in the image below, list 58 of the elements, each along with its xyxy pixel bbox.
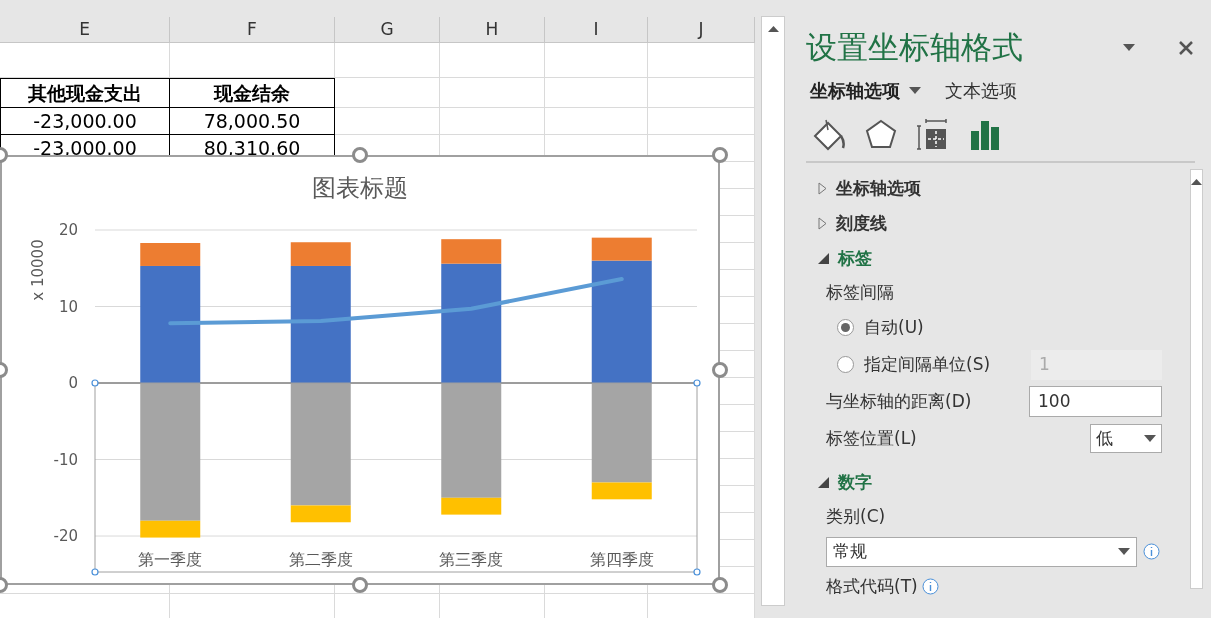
dropdown[interactable]: 常规 [826,536,1137,567]
collapsed-arrow-icon[interactable] [818,182,827,195]
table-cell: -23,000.00 [0,108,170,135]
column-header[interactable]: I [545,17,648,42]
axis-tick-label: -10 [53,450,78,469]
pane-tab[interactable]: 文本选项 [945,76,1017,104]
field-label: 与坐标轴的距离(D) [826,389,972,413]
pane-tab[interactable]: 坐标轴选项 [810,76,921,104]
axis-category-label: 第三季度 [439,550,504,569]
section-header[interactable]: 刻度线 [836,210,887,237]
field-label: 标签间隔 [826,280,894,304]
table-cell: 现金结余 [170,78,335,108]
axis-tick-label: 0 [68,374,78,392]
column-header[interactable]: H [440,17,545,42]
info-icon[interactable] [921,578,939,595]
axis-tick-label: 10 [58,297,78,316]
section-header[interactable]: 数字 [838,469,872,496]
chart-title: 图表标题 [312,174,408,202]
axis-tick-label: -20 [53,527,78,546]
caret-icon [1144,435,1156,442]
radio-option[interactable]: 自动(U) [837,314,924,341]
column-header[interactable]: E [0,17,170,42]
size-properties-icon[interactable] [916,118,950,152]
resize-handle[interactable] [712,577,728,593]
pane-title: 设置坐标轴格式 [806,28,1023,68]
axis-title: x 10000 [29,239,47,301]
resize-handle[interactable] [712,362,728,378]
resize-handle[interactable] [712,147,728,163]
dropdown[interactable]: 低 [1090,424,1162,453]
axis-category-label: 第二季度 [288,550,353,569]
expanded-arrow-icon[interactable] [818,477,829,488]
axis-category-label: 第四季度 [589,550,654,569]
caret-icon [909,86,921,94]
column-header[interactable]: G [335,17,440,42]
paint-bucket-icon[interactable] [812,118,846,152]
field-label: 类别(C) [826,504,886,528]
close-icon[interactable] [1179,40,1193,55]
axis-category-label: 第一季度 [138,550,203,569]
expanded-arrow-icon[interactable] [818,253,829,264]
scrollbar[interactable] [761,16,785,606]
info-icon[interactable] [1143,543,1160,560]
number-field[interactable]: 100 [1029,386,1162,417]
axis-tick-label: 20 [58,221,78,239]
selection-frame[interactable] [91,379,701,576]
field-label: 格式代码(T) [826,574,918,598]
table-cell: 78,000.50 [170,108,335,135]
section-header[interactable]: 坐标轴选项 [836,175,921,202]
pane-options-icon [1123,44,1135,51]
collapsed-arrow-icon[interactable] [818,217,827,230]
table-cell: 其他现金支出 [0,78,170,108]
resize-handle[interactable] [352,577,368,593]
caret-icon [1118,548,1130,555]
field-label: 标签位置(L) [826,426,917,450]
resize-handle[interactable] [352,147,368,163]
section-header[interactable]: 标签 [838,245,872,272]
bar-chart-icon[interactable] [968,118,1002,152]
column-header[interactable]: F [170,17,335,42]
scrollbar[interactable] [1190,169,1203,589]
